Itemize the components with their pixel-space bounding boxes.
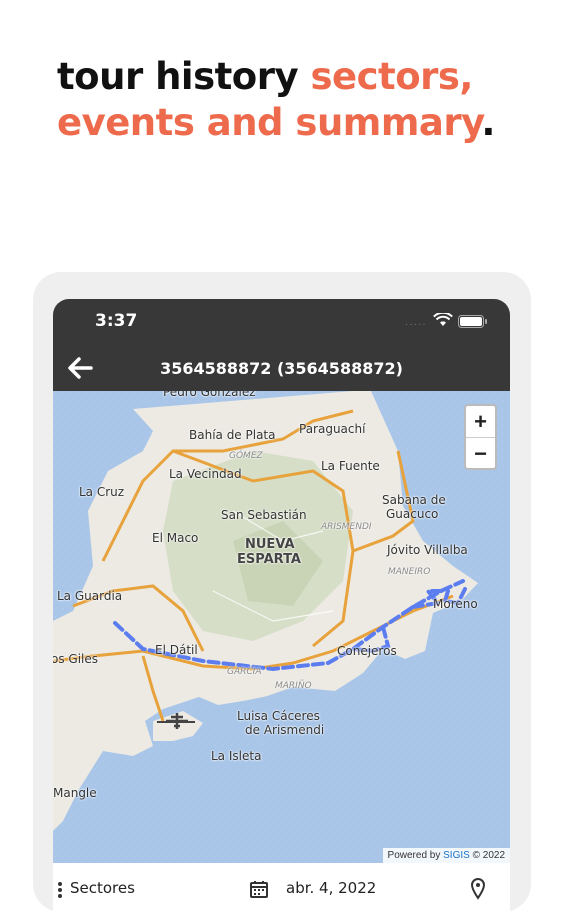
status-bar: 3:37 ····· [53, 299, 510, 343]
headline: tour history sectors, events and summary… [57, 54, 495, 146]
location-pin-icon[interactable] [470, 878, 486, 900]
signal-icon: ····· [405, 319, 427, 330]
calendar-icon[interactable] [249, 879, 269, 899]
headline-period: . [481, 101, 495, 144]
wifi-icon [433, 313, 453, 326]
map-view[interactable]: Pedro González Bahía de Plata Paraguachí… [53, 391, 510, 863]
map-label: Sabana de [382, 493, 446, 507]
attribution-suffix: © 2022 [469, 850, 505, 861]
map-label: de Arismendi [245, 723, 325, 737]
map-label: Luisa Cáceres [237, 709, 320, 723]
map-label: Bahía de Plata [189, 428, 276, 442]
bottom-toolbar: Sectores abr. 4, 2022 [53, 863, 510, 919]
app-bar: 3564588872 (3564588872) [53, 343, 510, 391]
battery-icon [458, 315, 487, 328]
sectors-selector[interactable]: Sectores [70, 879, 135, 897]
headline-part-1: tour history [57, 55, 311, 98]
zoom-out-button[interactable]: − [466, 438, 495, 469]
map-label: Mangle [53, 786, 97, 800]
headline-accent-2: events and summary [57, 101, 482, 144]
attribution-brand[interactable]: SIGIS [443, 850, 470, 861]
app-title: 3564588872 (3564588872) [160, 359, 403, 378]
zoom-control: + − [464, 404, 497, 470]
map-label: La Cruz [79, 485, 125, 499]
map-label: La Vecindad [169, 467, 242, 481]
map-label: El Dátil [155, 643, 198, 657]
map-label: La Isleta [211, 749, 262, 763]
map-label: NUEVA [245, 537, 295, 552]
map-label: Jóvito Villalba [387, 543, 468, 557]
map-label: Guacuco [386, 507, 439, 521]
map-label: MARIÑO [275, 681, 312, 691]
map-canvas [53, 391, 510, 863]
map-label: El Maco [152, 531, 199, 545]
map-label: Pedro González [163, 391, 256, 399]
date-selector[interactable]: abr. 4, 2022 [286, 879, 376, 897]
map-label: Conejeros [337, 644, 397, 658]
map-label: San Sebastián [221, 508, 307, 522]
map-label: os Giles [53, 652, 99, 666]
map-label: La Fuente [321, 459, 380, 473]
map-label: MANEIRO [388, 567, 431, 577]
map-label: Paraguachí [299, 422, 366, 436]
map-label: GÓMEZ [229, 451, 263, 461]
headline-accent-1: sectors, [310, 55, 473, 98]
map-label: La Guardia [57, 589, 123, 603]
map-attribution: Powered by SIGIS © 2022 [382, 848, 510, 863]
map-label: ARISMENDI [321, 522, 372, 532]
map-label: Moreno [433, 597, 478, 611]
attribution-prefix: Powered by [387, 850, 444, 861]
status-time: 3:37 [95, 311, 138, 331]
zoom-in-button[interactable]: + [466, 406, 495, 438]
map-label: ESPARTA [237, 552, 301, 567]
phone-screen: 3:37 ····· 3564588872 (3564588872) Pedro… [53, 299, 510, 919]
map-label: GARCÍA [227, 667, 262, 677]
more-vert-icon[interactable] [57, 881, 63, 899]
